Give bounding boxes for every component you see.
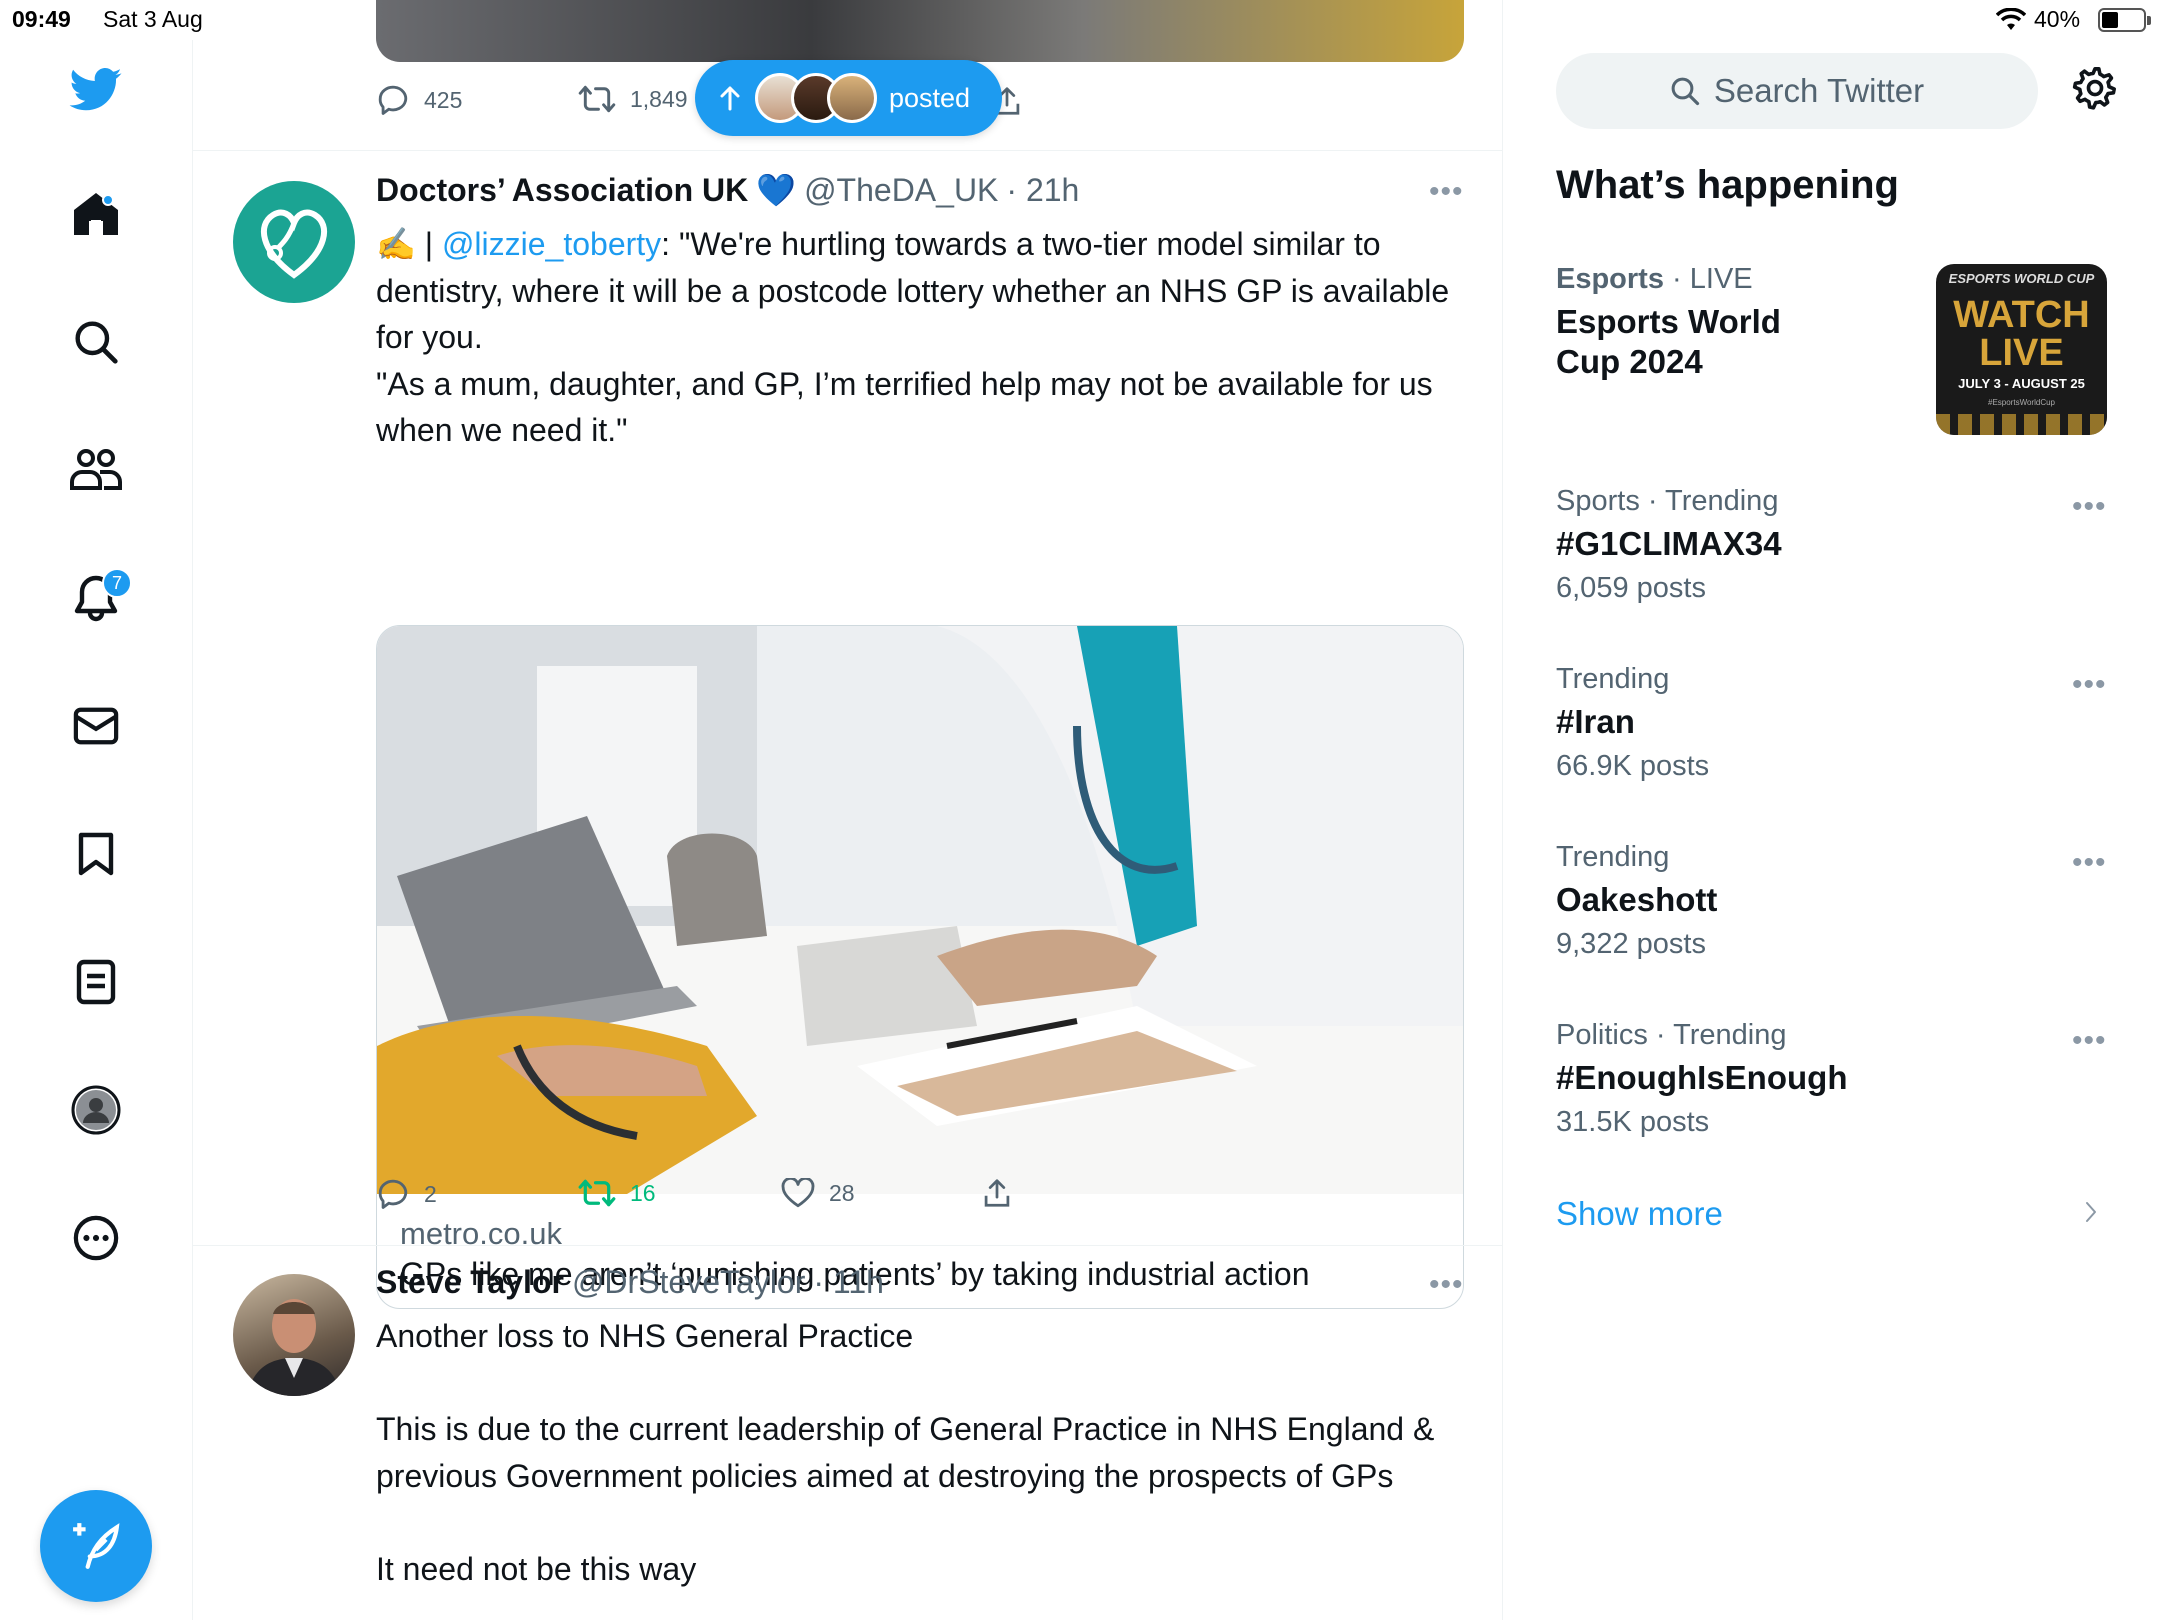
notifications-count-badge: 7 [102,568,132,598]
like-count: 28 [829,1179,855,1206]
tweet-text: ✍️ | @lizzie_toberty: "We're hurtling to… [376,221,1466,454]
thumbnail-dates: JULY 3 - AUGUST 25 [1958,376,2085,391]
poster-avatar [827,73,877,123]
thumbnail-top-text: ESPORTS WORLD CUP [1948,271,2095,286]
new-posts-pill[interactable]: posted [695,60,1002,136]
twitter-logo-icon[interactable] [66,60,126,120]
settings-gear-icon[interactable] [2072,66,2118,112]
trend-item[interactable]: Politics · Trending #EnoughIsEnough 31.5… [1556,1019,2116,1139]
trend-context: Trending [1556,663,1670,695]
trend-title: #G1CLIMAX34 [1556,525,1782,562]
trend-more-icon[interactable]: ••• [2072,490,2107,524]
retweet-icon [578,85,616,113]
trend-context: Sports · Trending [1556,485,1779,517]
tweet-header: Steve Taylor @DrSteveTaylor · 11h [376,1264,884,1301]
tweet-header: Doctors’ Association UK 💙 @TheDA_UK · 21… [376,171,1079,209]
trend-more-icon[interactable]: ••• [2072,668,2107,702]
search-icon[interactable] [66,312,126,372]
trend-title: #Iran [1556,703,1635,740]
right-sidebar: Search Twitter What’s happening Esports … [1503,0,2160,1620]
steve-taylor-avatar[interactable] [233,1274,355,1396]
retweet-button[interactable]: 16 [578,1178,656,1208]
tweet-more-icon[interactable]: ••• [1429,175,1464,209]
search-icon [1671,77,1699,106]
author-name[interactable]: Steve Taylor [376,1264,564,1301]
reply-count: 2 [424,1180,437,1207]
retweet-count: 1,849 [630,85,688,112]
author-handle[interactable]: @DrSteveTaylor [572,1264,805,1301]
trend-title: #EnoughIsEnough [1556,1059,1848,1096]
author-name[interactable]: Doctors’ Association UK [376,172,748,209]
trend-count: 9,322 posts [1556,928,1706,960]
writing-hand-emoji: ✍️ | [376,226,442,262]
share-button[interactable] [983,1178,1011,1208]
trend-more-icon[interactable]: ••• [2072,1024,2107,1058]
share-icon [984,1179,1010,1207]
compose-tweet-button[interactable] [40,1490,152,1602]
like-button[interactable]: 28 [781,1178,855,1208]
notifications-icon[interactable]: 7 [66,568,132,628]
trend-context: Trending [1556,841,1670,873]
tweet-timestamp[interactable]: · 11h [813,1264,884,1301]
thumbnail-stripe [1936,414,2107,435]
trend-item[interactable]: Trending Oakeshott 9,322 posts [1556,841,2116,961]
author-handle[interactable]: @TheDA_UK [804,172,998,209]
heart-emoji: 💙 [756,172,797,208]
tweet-timestamp[interactable]: · 21h [1006,172,1079,209]
new-posts-label: posted [889,82,971,113]
show-more-link[interactable]: Show more [1556,1195,1723,1233]
status-date: Sat 3 Aug [103,6,203,32]
chevron-right-icon[interactable] [2084,1200,2098,1224]
reply-icon [378,85,408,115]
search-field[interactable]: Search Twitter [1556,53,2038,129]
trend-status: · LIVE [1672,263,1753,295]
status-time: 09:49 [12,6,71,32]
left-navigation: 7 [0,40,193,1620]
trend-more-icon[interactable]: ••• [2072,846,2107,880]
retweet-icon [578,1179,616,1207]
trend-context: Politics · Trending [1556,1019,1787,1051]
reply-count: 425 [424,86,463,113]
trend-title: Oakeshott [1556,881,1718,918]
whats-happening-heading: What’s happening [1556,163,1899,207]
messages-icon[interactable] [66,696,126,756]
tweet-text: Another loss to NHS General Practice Thi… [376,1318,1435,1587]
card-image [377,626,1463,1194]
esports-thumbnail[interactable]: ESPORTS WORLD CUP WATCH LIVE JULY 3 - AU… [1936,264,2107,435]
reply-icon [378,1179,408,1209]
compose-feather-icon [73,1523,120,1569]
trend-category: Esports [1556,263,1664,295]
tweet[interactable]: Steve Taylor @DrSteveTaylor · 11h ••• An… [193,1246,1502,1620]
trend-count: 66.9K posts [1556,750,1710,782]
search-placeholder: Search Twitter [1713,72,1925,109]
thumbnail-main-text: WATCH LIVE [1953,294,2090,374]
link-card[interactable]: metro.co.uk GPs like me aren’t ‘punishin… [376,625,1464,1309]
tweet-more-icon[interactable]: ••• [1429,1268,1464,1302]
da-uk-avatar[interactable] [233,181,355,303]
heart-icon [781,1178,815,1208]
stethoscope-heart-logo-icon [260,209,328,279]
arrow-up-icon [720,86,740,111]
more-options-icon[interactable] [66,1208,126,1268]
retweet-count: 16 [630,1179,656,1206]
lists-icon[interactable] [66,952,126,1012]
timeline: 425 1,849 posted Doctors’ Association UK… [193,0,1503,1620]
retweet-button[interactable]: 1,849 [578,84,688,114]
reply-button[interactable]: 2 [376,1178,437,1210]
trend-item[interactable]: Trending #Iran 66.9K posts [1556,663,2116,783]
mention-link[interactable]: @lizzie_toberty [442,226,661,262]
home-unread-dot [102,194,114,206]
thumbnail-tag: #EsportsWorldCup [1988,398,2055,407]
profile-avatar-icon[interactable] [66,1080,126,1140]
trend-count: 6,059 posts [1556,572,1706,604]
home-icon[interactable] [66,184,126,244]
trend-count: 31.5K posts [1556,1106,1710,1138]
communities-icon[interactable] [66,440,126,500]
trend-title: Esports World Cup 2024 [1556,303,1781,380]
bookmarks-icon[interactable] [66,824,126,884]
trend-item[interactable]: Sports · Trending #G1CLIMAX34 6,059 post… [1556,485,2116,605]
tweet[interactable]: Doctors’ Association UK 💙 @TheDA_UK · 21… [193,151,1502,1309]
previous-tweet-media[interactable] [376,0,1464,62]
reply-button[interactable]: 425 [376,84,462,116]
